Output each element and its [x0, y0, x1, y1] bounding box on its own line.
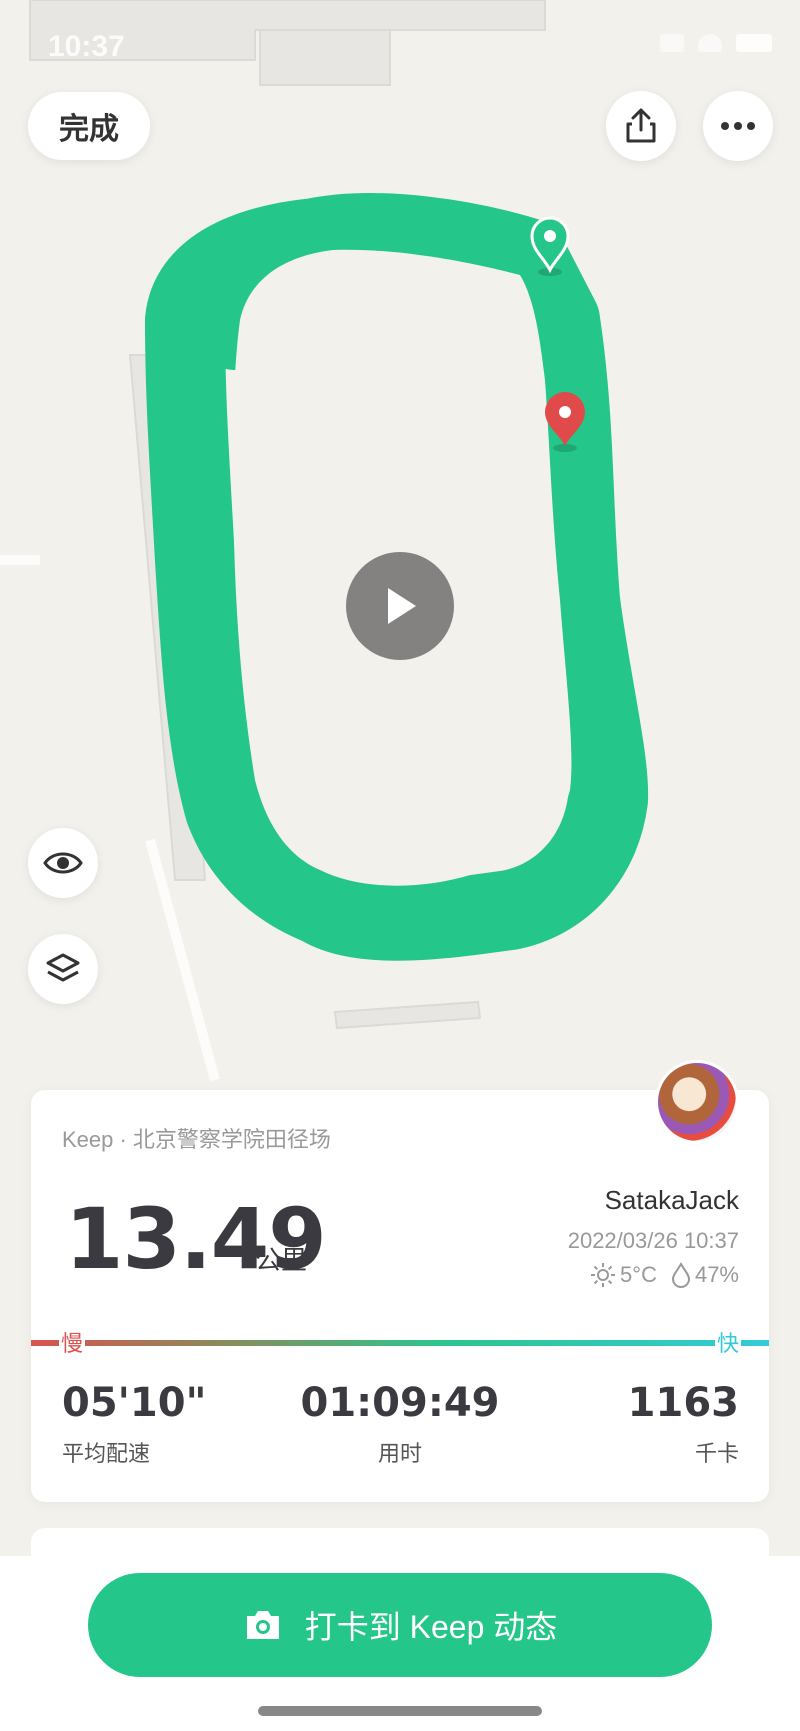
username: SatakaJack [604, 1185, 739, 1215]
status-bar: 10:37 [0, 0, 800, 90]
checkin-button[interactable]: 打卡到 Keep 动态 [88, 1573, 712, 1677]
pace-fast-label: 快 [714, 1326, 741, 1358]
stat-calories: 1163 千卡 [628, 1380, 739, 1468]
humidity-icon [671, 1262, 690, 1288]
sun-icon [591, 1263, 616, 1287]
battery-icon [736, 34, 772, 52]
checkin-label: 打卡到 Keep 动态 [304, 1609, 558, 1645]
camera-icon [246, 1611, 279, 1639]
stat-label: 千卡 [694, 1441, 739, 1466]
pace-gradient-bar [31, 1340, 769, 1346]
temperature: 5°C [620, 1262, 657, 1287]
share-icon [626, 108, 656, 143]
layers-icon [46, 953, 80, 982]
pace-slow-label: 慢 [59, 1326, 86, 1358]
eye-icon [43, 852, 83, 874]
weather-info: 5°C 47% [590, 1262, 739, 1288]
run-source: Keep · 北京警察学院田径场 [62, 1127, 331, 1152]
map-layers-button[interactable] [28, 934, 98, 1004]
run-summary-card: Keep · 北京警察学院田径场 13.49 公里 SatakaJack 202… [31, 1060, 769, 1502]
status-time: 10:37 [48, 30, 125, 63]
wifi-icon [698, 34, 722, 52]
replay-button[interactable] [346, 552, 454, 660]
play-icon [388, 588, 416, 624]
status-icons [660, 34, 772, 52]
distance-unit: 公里 [255, 1245, 308, 1275]
more-button[interactable] [703, 91, 773, 161]
humidity: 47% [694, 1262, 739, 1287]
more-icon [721, 122, 755, 130]
signal-icon [660, 34, 684, 52]
avatar[interactable] [655, 1060, 739, 1144]
home-indicator[interactable] [258, 1706, 542, 1716]
done-button[interactable]: 完成 [28, 92, 150, 160]
share-button[interactable] [606, 91, 676, 161]
visibility-button[interactable] [28, 828, 98, 898]
run-datetime: 2022/03/26 10:37 [567, 1228, 739, 1253]
stat-value: 1163 [627, 1380, 739, 1426]
